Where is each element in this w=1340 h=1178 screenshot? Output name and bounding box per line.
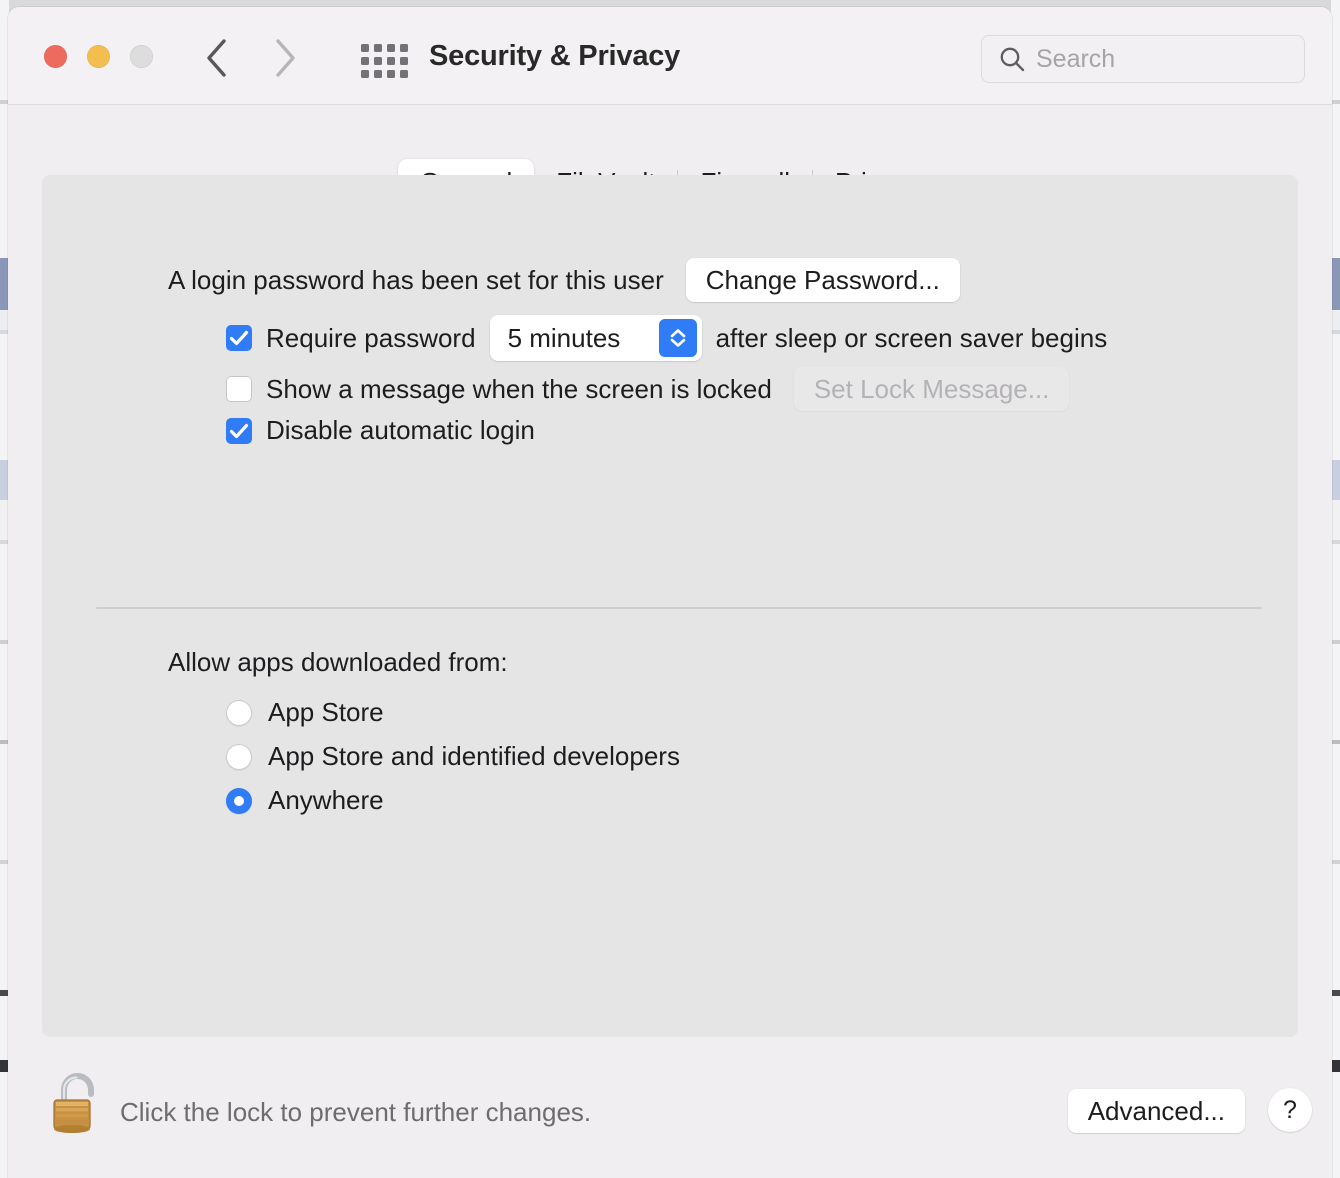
window-title: Security & Privacy bbox=[429, 40, 681, 72]
require-password-row: Require password 5 minutes after sleep o… bbox=[226, 315, 1107, 361]
disable-auto-login-row: Disable automatic login bbox=[226, 415, 535, 446]
lock-status-text: Click the lock to prevent further change… bbox=[120, 1097, 592, 1127]
chevron-right-icon[interactable] bbox=[272, 37, 298, 79]
background-window-sliver-right bbox=[1331, 0, 1340, 1178]
general-settings-panel: A login password has been set for this u… bbox=[42, 175, 1298, 1037]
require-password-delay-popup[interactable]: 5 minutes bbox=[489, 315, 702, 361]
grid-dot bbox=[361, 44, 369, 52]
require-password-delay-value: 5 minutes bbox=[507, 322, 621, 353]
traffic-light-group bbox=[44, 45, 153, 68]
help-button[interactable]: ? bbox=[1268, 1088, 1312, 1132]
gatekeeper-option-anywhere[interactable]: Anywhere bbox=[226, 785, 384, 816]
radio-anywhere-label: Anywhere bbox=[268, 785, 384, 815]
radio-identified-developers[interactable] bbox=[226, 743, 252, 770]
unlocked-padlock-icon[interactable] bbox=[50, 1072, 104, 1135]
security-privacy-window: Security & Privacy Search General FileVa… bbox=[8, 7, 1332, 1178]
show-lock-message-checkbox[interactable] bbox=[226, 376, 252, 402]
change-password-button[interactable]: Change Password... bbox=[685, 258, 960, 302]
gatekeeper-heading: Allow apps downloaded from: bbox=[168, 647, 508, 677]
minimize-button[interactable] bbox=[87, 45, 110, 68]
login-password-row: A login password has been set for this u… bbox=[168, 258, 960, 302]
navigation-buttons bbox=[204, 37, 298, 79]
gatekeeper-option-identified-developers[interactable]: App Store and identified developers bbox=[226, 741, 680, 772]
gatekeeper-heading-row: Allow apps downloaded from: bbox=[168, 647, 508, 678]
grid-dot bbox=[361, 70, 369, 78]
search-placeholder: Search bbox=[1036, 44, 1116, 73]
chevron-left-icon[interactable] bbox=[204, 37, 230, 79]
require-password-suffix: after sleep or screen saver begins bbox=[715, 322, 1108, 353]
grid-dot bbox=[361, 57, 369, 65]
grid-dot bbox=[387, 57, 395, 65]
window-titlebar: Security & Privacy Search bbox=[8, 7, 1332, 105]
radio-identified-developers-label: App Store and identified developers bbox=[268, 741, 680, 771]
apps-grid-icon[interactable] bbox=[361, 44, 408, 78]
grid-dot bbox=[400, 44, 408, 52]
disable-auto-login-checkbox[interactable] bbox=[226, 417, 252, 444]
set-lock-message-button[interactable]: Set Lock Message... bbox=[793, 367, 1070, 411]
gatekeeper-option-app-store[interactable]: App Store bbox=[226, 697, 384, 728]
section-divider bbox=[96, 607, 1262, 609]
grid-dot bbox=[400, 57, 408, 65]
grid-dot bbox=[400, 70, 408, 78]
grid-dot bbox=[374, 70, 382, 78]
search-field[interactable]: Search bbox=[981, 35, 1305, 83]
zoom-button[interactable] bbox=[130, 45, 153, 68]
advanced-button[interactable]: Advanced... bbox=[1067, 1089, 1245, 1133]
radio-app-store[interactable] bbox=[226, 699, 252, 726]
disable-auto-login-label: Disable automatic login bbox=[266, 415, 535, 445]
radio-app-store-label: App Store bbox=[268, 697, 384, 727]
require-password-label: Require password bbox=[266, 322, 476, 353]
grid-dot bbox=[374, 57, 382, 65]
close-button[interactable] bbox=[44, 45, 67, 68]
grid-dot bbox=[387, 70, 395, 78]
radio-anywhere[interactable] bbox=[226, 787, 252, 814]
grid-dot bbox=[387, 44, 395, 52]
stepper-arrows-icon[interactable] bbox=[658, 319, 697, 357]
grid-dot bbox=[374, 44, 382, 52]
search-icon bbox=[998, 45, 1026, 73]
show-lock-message-label: Show a message when the screen is locked bbox=[266, 373, 772, 404]
login-password-status: A login password has been set for this u… bbox=[168, 264, 664, 295]
require-password-checkbox[interactable] bbox=[226, 325, 252, 351]
show-lock-message-row: Show a message when the screen is locked… bbox=[226, 367, 1070, 411]
